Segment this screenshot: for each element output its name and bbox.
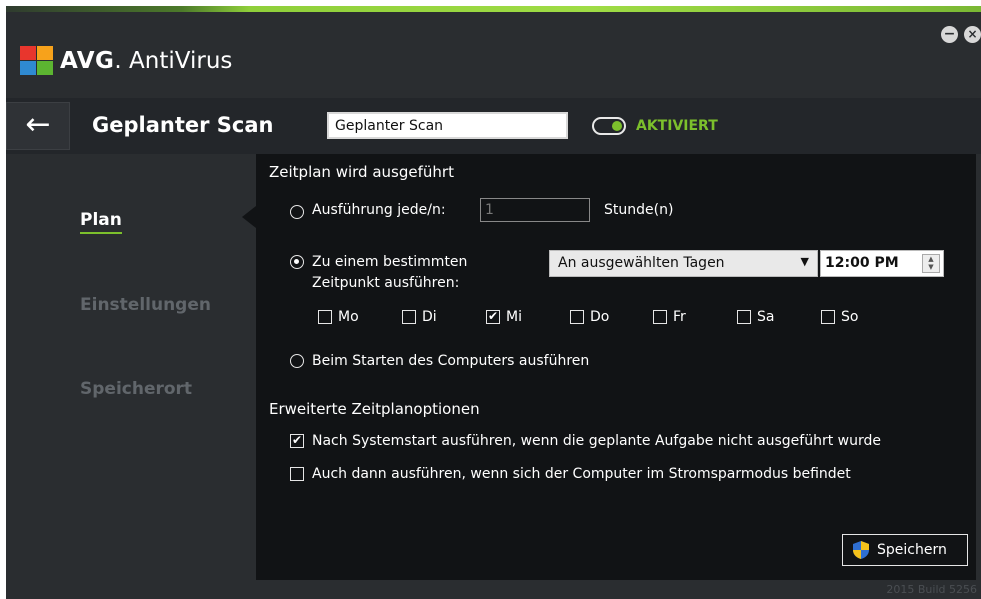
day-label-mi: Mi (506, 309, 522, 325)
radio-specific-label-1: Zu einem bestimmten (312, 254, 468, 270)
avg-logo-icon (20, 46, 53, 75)
sidebar: Plan Einstellungen Speicherort (6, 154, 256, 584)
active-pointer (242, 206, 256, 228)
day-label-do: Do (590, 309, 610, 325)
toggle-knob (612, 121, 622, 131)
days-mode-value: An ausgewählten Tagen (558, 255, 725, 271)
checkmark-icon: ✔ (487, 309, 499, 323)
day-checkbox-di[interactable] (402, 310, 416, 324)
day-label-sa: Sa (757, 309, 775, 325)
checkbox-power-saving-label: Auch dann ausführen, wenn sich der Compu… (312, 466, 851, 482)
day-label-so: So (841, 309, 859, 325)
back-button[interactable]: ← (6, 102, 70, 150)
enable-toggle[interactable] (592, 117, 626, 135)
footer: 2015 Build 5256 (6, 580, 981, 599)
page-title: Geplanter Scan (92, 113, 274, 137)
advanced-section-title: Erweiterte Zeitplanoptionen (269, 400, 480, 418)
radio-specific-label-2: Zeitpunkt ausführen: (312, 275, 460, 291)
sidebar-item-speicherort[interactable]: Speicherort (80, 379, 192, 399)
checkbox-run-after-startup[interactable]: ✔ (290, 434, 304, 448)
uac-shield-icon (853, 541, 869, 559)
day-checkbox-fr[interactable] (653, 310, 667, 324)
interval-hours-input[interactable] (480, 198, 590, 222)
sidebar-item-einstellungen[interactable]: Einstellungen (80, 295, 211, 315)
close-button[interactable]: × (964, 26, 981, 43)
active-tab-underline (80, 232, 122, 234)
time-value: 12:00 PM (825, 255, 899, 271)
product-name: AntiVirus (129, 48, 233, 74)
radio-interval[interactable] (290, 205, 304, 219)
interval-unit-label: Stunde(n) (604, 202, 674, 218)
day-checkbox-mo[interactable] (318, 310, 332, 324)
toggle-status-label: AKTIVIERT (636, 118, 718, 134)
radio-interval-label: Ausführung jede/n: (312, 202, 446, 218)
checkbox-power-saving[interactable] (290, 467, 304, 481)
day-checkbox-mi[interactable]: ✔ (486, 310, 500, 324)
day-label-fr: Fr (673, 309, 686, 325)
time-input[interactable]: 12:00 PM ▲ ▼ (820, 250, 944, 277)
day-checkbox-do[interactable] (570, 310, 584, 324)
time-spinner-icon[interactable]: ▲ ▼ (922, 254, 940, 273)
scan-name-input[interactable] (327, 112, 568, 139)
radio-on-startup-label: Beim Starten des Computers ausführen (312, 353, 590, 369)
radio-specific-time[interactable] (290, 255, 304, 269)
dropdown-arrow-icon: ▼ (800, 255, 809, 268)
day-checkbox-sa[interactable] (737, 310, 751, 324)
day-checkbox-so[interactable] (821, 310, 835, 324)
days-mode-select[interactable]: An ausgewählten Tagen ▼ (549, 250, 818, 277)
day-label-di: Di (422, 309, 437, 325)
checkmark-icon: ✔ (291, 433, 303, 447)
save-button-label: Speichern (877, 542, 947, 558)
minimize-button[interactable]: − (941, 26, 958, 43)
schedule-panel: Zeitplan wird ausgeführt Ausführung jede… (256, 154, 976, 580)
sidebar-item-plan[interactable]: Plan (80, 210, 122, 230)
brand-name: AVG (60, 48, 115, 74)
checkbox-run-after-startup-label: Nach Systemstart ausführen, wenn die gep… (312, 433, 881, 449)
schedule-section-title: Zeitplan wird ausgeführt (269, 163, 454, 181)
app-window: AVG. AntiVirus − × ← Geplanter Scan AKTI… (6, 6, 981, 599)
radio-on-startup[interactable] (290, 354, 304, 368)
app-title: AVG. AntiVirus (60, 48, 233, 74)
title-bar: AVG. AntiVirus − × (6, 12, 981, 98)
day-label-mo: Mo (338, 309, 359, 325)
build-info: 2015 Build 5256 (886, 583, 977, 596)
page-header: ← Geplanter Scan AKTIVIERT (6, 98, 981, 154)
save-button[interactable]: Speichern (842, 534, 968, 566)
